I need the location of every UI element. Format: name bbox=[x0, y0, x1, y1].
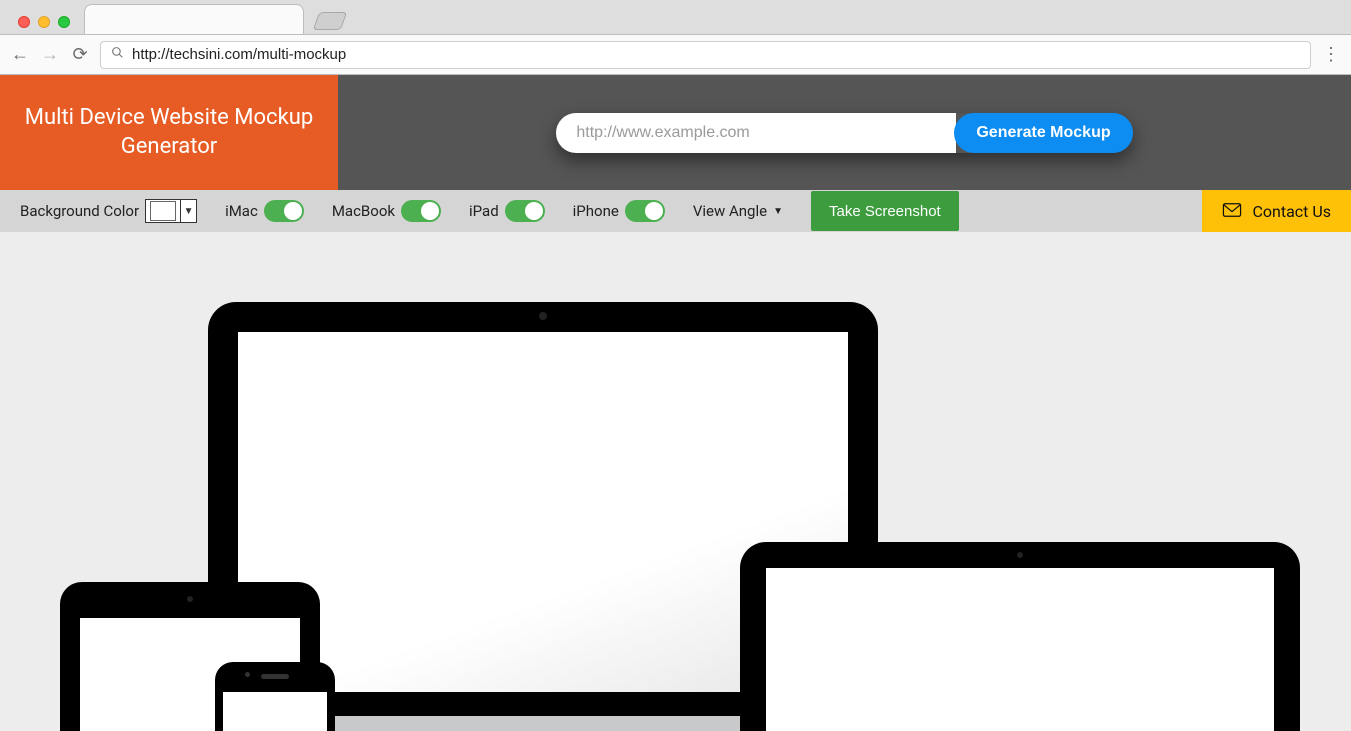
device-label: iPad bbox=[469, 202, 499, 220]
device-toggle-ipad: iPad bbox=[469, 200, 545, 222]
address-bar[interactable] bbox=[100, 41, 1311, 69]
forward-button[interactable]: → bbox=[40, 44, 60, 65]
ipad-toggle[interactable] bbox=[505, 200, 545, 222]
view-angle-dropdown[interactable]: View Angle ▼ bbox=[693, 202, 783, 220]
tab-strip bbox=[0, 0, 1351, 34]
zoom-window-icon[interactable] bbox=[58, 16, 70, 28]
device-macbook bbox=[740, 542, 1300, 731]
options-toolbar: Background Color ▼ iMac MacBook iPad iPh… bbox=[0, 190, 1351, 232]
speaker-icon bbox=[261, 674, 289, 679]
browser-tab[interactable] bbox=[84, 4, 304, 34]
device-label: iMac bbox=[225, 202, 258, 220]
iphone-screen bbox=[223, 692, 327, 731]
device-toggle-macbook: MacBook bbox=[332, 200, 441, 222]
mockup-url-input[interactable] bbox=[556, 113, 956, 153]
bgcolor-picker[interactable]: ▼ bbox=[145, 199, 197, 223]
bgcolor-swatch bbox=[150, 201, 176, 221]
camera-icon bbox=[1017, 552, 1023, 558]
reload-button[interactable]: ⟳ bbox=[70, 44, 90, 65]
address-input[interactable] bbox=[132, 46, 1300, 63]
take-screenshot-button[interactable]: Take Screenshot bbox=[811, 191, 959, 231]
device-toggle-iphone: iPhone bbox=[573, 200, 665, 222]
device-toggle-imac: iMac bbox=[225, 200, 304, 222]
iphone-toggle[interactable] bbox=[625, 200, 665, 222]
device-label: iPhone bbox=[573, 202, 619, 220]
search-icon bbox=[111, 46, 124, 63]
macbook-screen bbox=[766, 568, 1274, 731]
bgcolor-control: Background Color ▼ bbox=[20, 199, 197, 223]
browser-chrome: ← → ⟳ ⋮ bbox=[0, 0, 1351, 75]
view-angle-label: View Angle bbox=[693, 202, 767, 220]
macbook-toggle[interactable] bbox=[401, 200, 441, 222]
chevron-down-icon: ▼ bbox=[773, 206, 783, 217]
close-window-icon[interactable] bbox=[18, 16, 30, 28]
camera-icon bbox=[245, 672, 250, 677]
contact-us-button[interactable]: Contact Us bbox=[1202, 190, 1351, 232]
camera-icon bbox=[539, 312, 547, 320]
device-label: MacBook bbox=[332, 202, 395, 220]
bgcolor-label: Background Color bbox=[20, 202, 139, 220]
back-button[interactable]: ← bbox=[10, 44, 30, 65]
minimize-window-icon[interactable] bbox=[38, 16, 50, 28]
imac-toggle[interactable] bbox=[264, 200, 304, 222]
camera-icon bbox=[187, 596, 193, 602]
generate-mockup-button[interactable]: Generate Mockup bbox=[954, 113, 1132, 153]
address-bar-row: ← → ⟳ ⋮ bbox=[0, 34, 1351, 74]
header-right: Generate Mockup bbox=[338, 75, 1351, 190]
new-tab-button[interactable] bbox=[313, 12, 348, 30]
mockup-canvas bbox=[0, 232, 1351, 731]
window-controls bbox=[10, 16, 78, 34]
chevron-down-icon: ▼ bbox=[180, 200, 196, 222]
site-title: Multi Device Website Mockup Generator bbox=[0, 75, 338, 190]
mockup-url-form: Generate Mockup bbox=[556, 113, 1132, 153]
page-header: Multi Device Website Mockup Generator Ge… bbox=[0, 75, 1351, 190]
envelope-icon bbox=[1222, 202, 1242, 221]
contact-us-label: Contact Us bbox=[1252, 202, 1331, 221]
device-iphone bbox=[215, 662, 335, 731]
browser-menu-button[interactable]: ⋮ bbox=[1321, 44, 1341, 65]
